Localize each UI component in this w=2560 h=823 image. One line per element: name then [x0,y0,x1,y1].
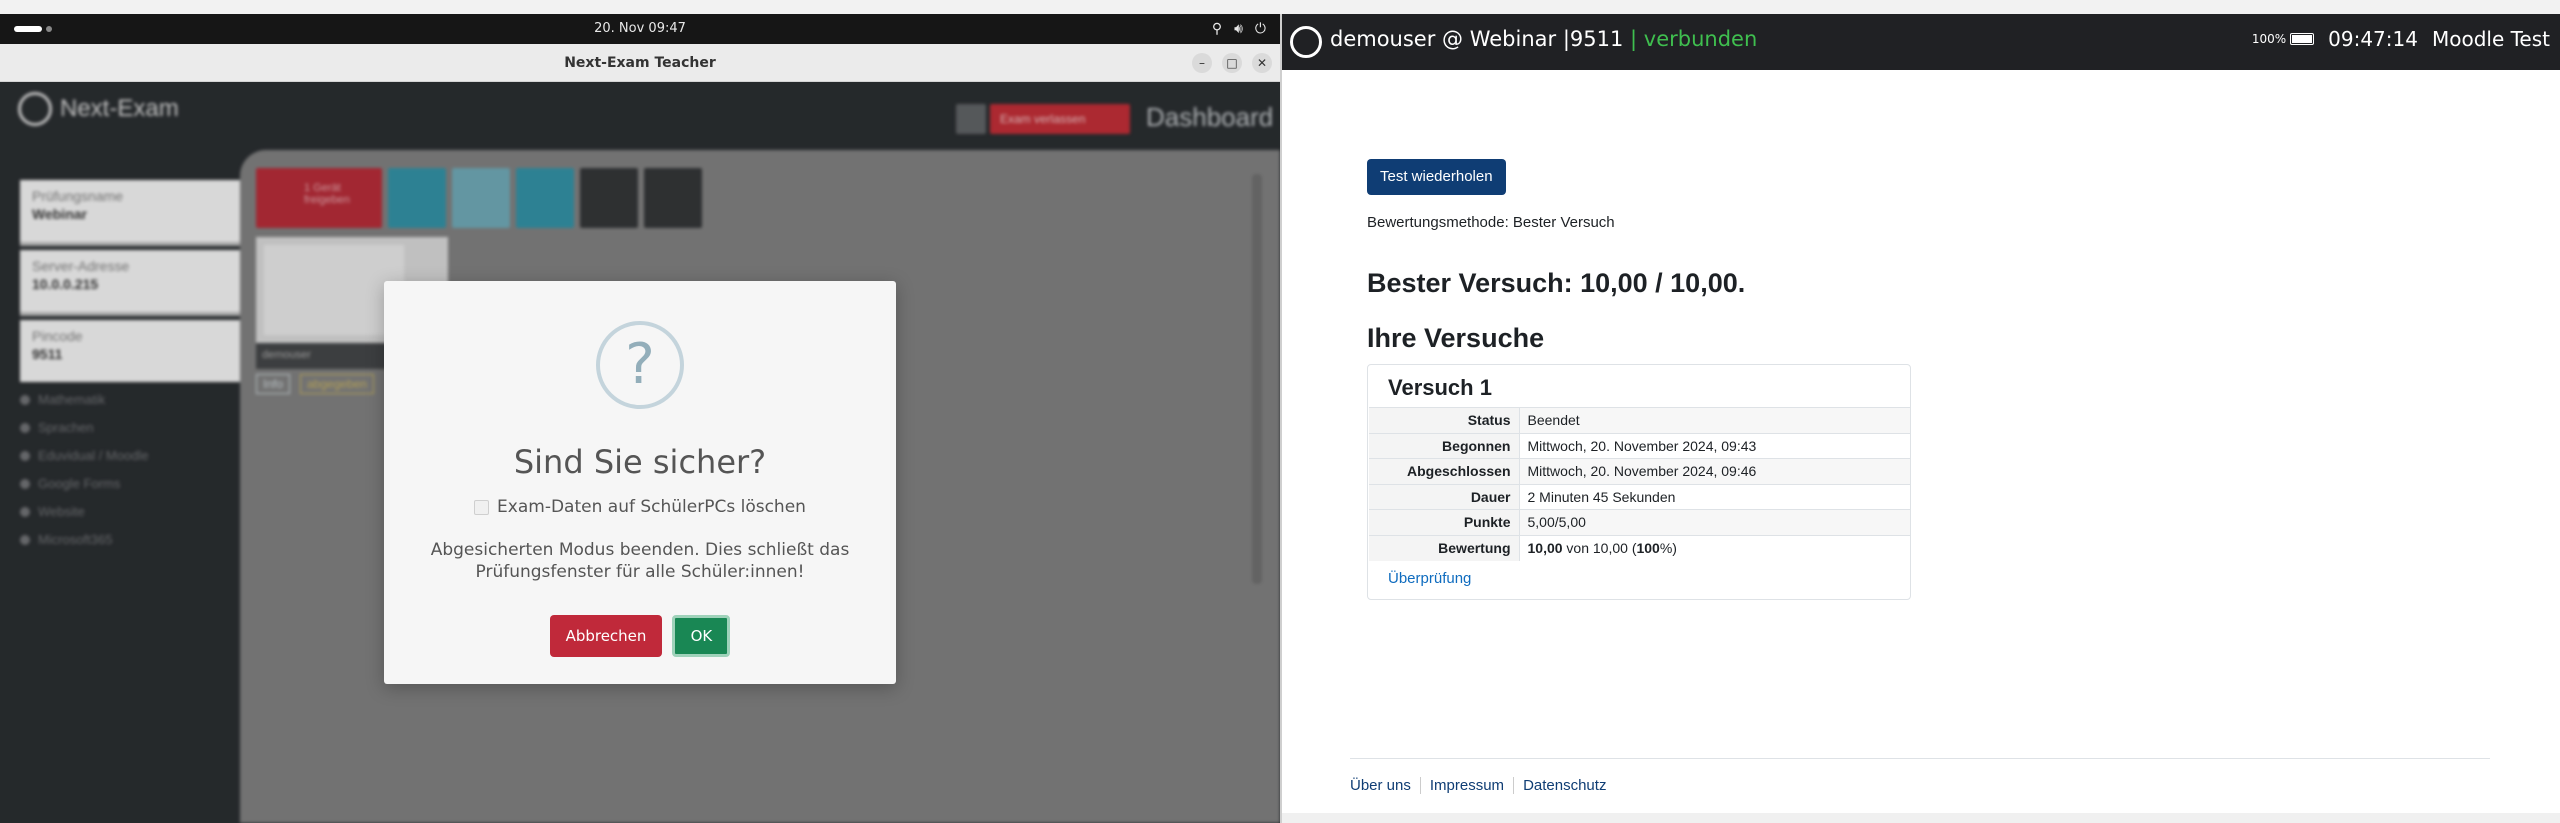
confirm-dialog: ? Sind Sie sicher? Exam-Daten auf Schüle… [384,281,896,684]
table-row: Begonnen Mittwoch, 20. November 2024, 09:… [1369,432,1910,459]
seb-course-name: Moodle Test [2431,27,2550,51]
footer-imprint-link[interactable]: Impressum [1419,777,1513,794]
cancel-button[interactable]: Abbrechen [549,615,663,657]
table-row: Bewertung 10,00 von 10,00 (100%) [1369,534,1910,561]
grade-max: von 10,00 ( [1562,540,1637,556]
best-attempt-heading: Bester Versuch: 10,00 / 10,00. [1367,268,1746,298]
row-label: Begonnen [1369,432,1519,459]
dialog-title: Sind Sie sicher? [513,443,767,481]
grade-suffix: %) [1659,540,1677,556]
seb-window: demouser @ Webinar |9511 | verbunden 100… [1282,14,2560,823]
footer-links: Über uns Impressum Datenschutz [1350,777,1615,794]
connection-status: | verbunden [1630,27,1758,51]
window-title: Next-Exam Teacher [564,55,716,71]
bottom-strip [1282,813,2560,823]
system-tray[interactable]: ⚲ 🔊︎ ⏻ [1212,20,1266,37]
row-value: Mittwoch, 20. November 2024, 09:46 [1518,458,1910,484]
grade-value: 10,00 von 10,00 (100%) [1518,534,1910,561]
close-button[interactable]: ✕ [1252,53,1272,73]
table-row: Status Beendet [1369,407,1910,433]
delete-data-option: Exam-Daten auf SchülerPCs löschen [384,497,896,517]
network-icon: ⚲ [1211,20,1223,36]
retry-quiz-button[interactable]: Test wiederholen [1367,159,1506,195]
screen-top-strip [0,0,2560,14]
review-link[interactable]: Überprüfung [1388,570,1471,587]
footer-about-link[interactable]: Über uns [1350,777,1420,794]
seb-session-info: demouser @ Webinar |9511 | verbunden [1330,27,1757,51]
attempt-card: Versuch 1 Status Beendet Begonnen Mittwoch… [1367,364,1911,600]
table-row: Abgeschlossen Mittwoch, 20. November 2024… [1369,458,1910,484]
question-icon: ? [596,321,684,409]
ok-button[interactable]: OK [672,615,731,657]
grade-percent: 100 [1636,540,1660,556]
window-controls: – □ ✕ [1192,53,1272,73]
volume-icon: 🔊︎ [1234,20,1243,36]
row-value: 5,00/5,00 [1518,509,1910,535]
gnome-top-bar: 20. Nov 09:47 ⚲ 🔊︎ ⏻ [0,14,1280,44]
attempt-summary-table: Status Beendet Begonnen Mittwoch, 20. Nove… [1369,407,1910,561]
grade-score: 10,00 [1527,540,1563,556]
seb-status-area: 100% 09:47:14 Moodle Test [2252,27,2550,51]
seb-clock: 09:47:14 [2328,27,2418,51]
row-label: Bewertung [1369,534,1519,561]
checkbox-label: Exam-Daten auf SchülerPCs löschen [497,497,806,517]
row-value: Mittwoch, 20. November 2024, 09:43 [1518,432,1910,459]
seb-user-label: demouser @ Webinar |9511 [1330,27,1624,51]
row-value: 2 Minuten 45 Sekunden [1518,483,1910,510]
attempts-heading: Ihre Versuche [1367,323,1545,353]
table-row: Dauer 2 Minuten 45 Sekunden [1369,483,1910,510]
dialog-actions: Abbrechen OK [384,615,896,657]
window-titlebar: Next-Exam Teacher – □ ✕ [0,44,1280,82]
system-clock[interactable]: 20. Nov 09:47 [0,21,1280,36]
minimize-button[interactable]: – [1192,53,1212,73]
row-label: Status [1369,407,1519,433]
battery-indicator: 100% [2251,32,2315,46]
grading-method: Bewertungsmethode: Bester Versuch [1367,214,1615,231]
row-value: Beendet [1518,407,1910,433]
battery-icon [2290,33,2315,45]
dialog-message: Abgesicherten Modus beenden. Dies schlie… [430,540,850,582]
row-label: Dauer [1369,483,1519,510]
table-row: Punkte 5,00/5,00 [1369,509,1910,535]
left-desktop: 20. Nov 09:47 ⚲ 🔊︎ ⏻ Next-Exam Teacher –… [0,14,1280,823]
row-label: Abgeschlossen [1369,458,1519,484]
delete-data-checkbox[interactable] [474,499,490,515]
power-icon: ⏻ [1254,20,1266,36]
battery-percent: 100% [2251,32,2287,46]
footer-divider [1350,758,2490,759]
row-label: Punkte [1369,509,1519,535]
seb-logo-icon [1290,26,1322,58]
footer-privacy-link[interactable]: Datenschutz [1513,777,1615,794]
seb-taskbar: demouser @ Webinar |9511 | verbunden 100… [1282,14,2560,70]
attempt-title: Versuch 1 [1388,375,1492,400]
maximize-button[interactable]: □ [1222,53,1242,73]
